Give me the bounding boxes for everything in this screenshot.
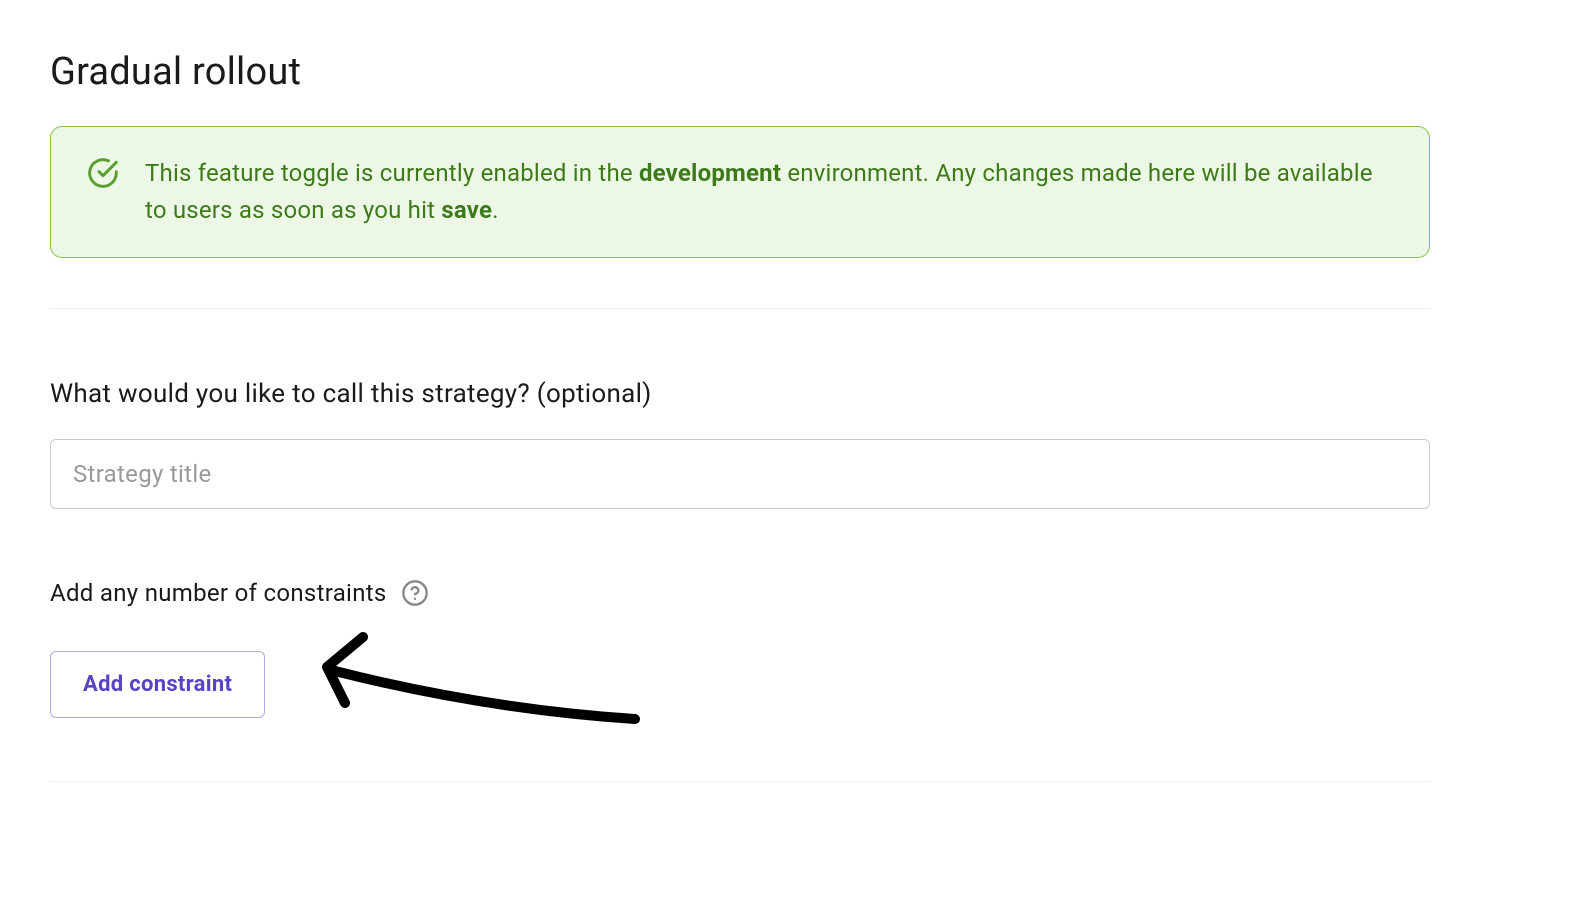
alert-text-prefix: This feature toggle is currently enabled… (145, 159, 639, 187)
section-divider (50, 308, 1430, 309)
page-title: Gradual rollout (50, 50, 1430, 94)
alert-text-suffix: . (492, 196, 499, 224)
help-icon[interactable] (401, 579, 429, 607)
constraints-label: Add any number of constraints (50, 579, 387, 607)
status-alert: This feature toggle is currently enabled… (50, 126, 1430, 258)
strategy-title-input[interactable] (50, 439, 1430, 509)
add-constraint-button[interactable]: Add constraint (50, 651, 265, 718)
bottom-divider (50, 781, 1430, 782)
check-circle-icon (87, 157, 119, 193)
alert-environment: development (639, 159, 781, 187)
strategy-title-label: What would you like to call this strateg… (50, 379, 1430, 409)
alert-message: This feature toggle is currently enabled… (145, 155, 1393, 229)
alert-action-word: save (441, 196, 492, 224)
arrow-annotation-icon (305, 627, 645, 741)
